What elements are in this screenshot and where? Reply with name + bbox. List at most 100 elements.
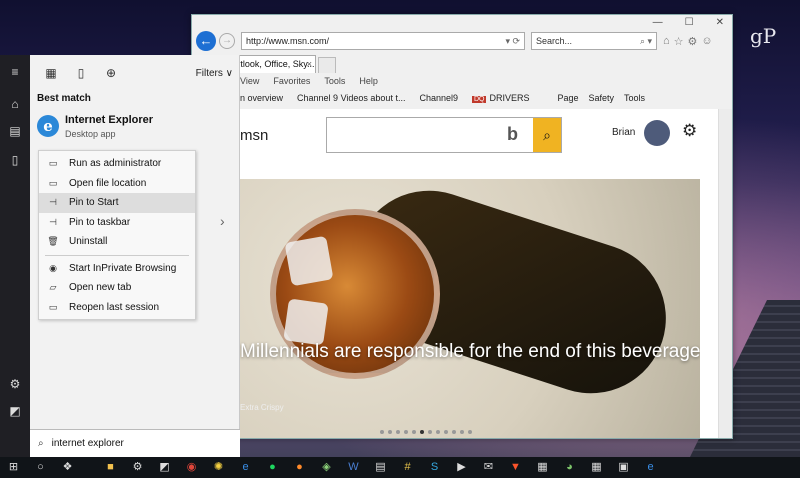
- photos-icon[interactable]: ▣: [610, 457, 637, 478]
- address-bar: ← → http://www.msn.com/ ▾ ⟳ Search... ⌕ …: [192, 29, 732, 53]
- menu-help[interactable]: Help: [359, 76, 378, 86]
- command-safety[interactable]: Safety: [589, 93, 615, 103]
- home-icon[interactable]: ⌂: [663, 35, 670, 48]
- settings-icon[interactable]: ⚙: [0, 373, 30, 395]
- favorites-star-icon[interactable]: ☆: [674, 35, 684, 48]
- bing-icon: b: [507, 124, 518, 144]
- edge-icon[interactable]: e: [232, 457, 259, 478]
- filters-dropdown[interactable]: Filters ∨: [196, 68, 233, 79]
- msn-search-box[interactable]: b ⌕: [326, 117, 562, 153]
- taskbar: ⊞ ○ ❖ ■ ⚙ ◩ ◉ ✺ e ● ● ◈ W ▤ # S ▶ ✉ ▼ ▦ …: [0, 457, 800, 478]
- search-icon[interactable]: ⌕ ▾: [640, 33, 656, 49]
- fav-item-channel9-videos[interactable]: Channel 9 Videos about t...: [297, 93, 405, 103]
- close-icon[interactable]: ✕: [716, 17, 724, 28]
- menu-view[interactable]: View: [240, 76, 259, 86]
- user-name[interactable]: Brian: [612, 127, 635, 138]
- carousel-dot[interactable]: [412, 430, 416, 434]
- carousel-dot[interactable]: [452, 430, 456, 434]
- headline[interactable]: Millennials are responsible for the end …: [240, 339, 700, 365]
- vertical-scrollbar[interactable]: [718, 109, 732, 438]
- start-search-box[interactable]: ⌕ internet explorer: [30, 429, 240, 457]
- minimize-icon[interactable]: —: [653, 17, 663, 28]
- menu-item-label: Reopen last session: [69, 301, 160, 313]
- refresh-icon[interactable]: ▾ ⟳: [505, 33, 524, 49]
- settings-icon[interactable]: ⚙: [124, 457, 151, 478]
- carousel-dot[interactable]: [444, 430, 448, 434]
- carousel-dot[interactable]: [436, 430, 440, 434]
- best-match-subtitle: Desktop app: [65, 128, 116, 139]
- fav-item-channel9[interactable]: Channel9: [419, 93, 458, 103]
- carousel-dot[interactable]: [380, 430, 384, 434]
- calendar-icon[interactable]: ▦: [529, 457, 556, 478]
- hero-image[interactable]: Millennials are responsible for the end …: [200, 179, 700, 438]
- menu-favorites[interactable]: Favorites: [273, 76, 310, 86]
- windows-start-icon[interactable]: ⊞: [0, 457, 27, 478]
- weather-icon[interactable]: ✺: [205, 457, 232, 478]
- menu-item-open-file-location[interactable]: ▭ Open file location: [39, 174, 195, 194]
- video-icon[interactable]: ▶: [448, 457, 475, 478]
- smiley-icon[interactable]: ☺: [701, 35, 712, 48]
- new-tab-button[interactable]: [318, 57, 336, 73]
- spotify-icon[interactable]: ●: [259, 457, 286, 478]
- store-icon[interactable]: ◩: [151, 457, 178, 478]
- forward-button[interactable]: →: [219, 33, 235, 49]
- chevron-right-icon[interactable]: ›: [220, 213, 225, 229]
- fav-item-drivers[interactable]: DQ DRIVERS: [471, 93, 530, 103]
- task-view-icon[interactable]: ❖: [54, 457, 81, 478]
- menu-item-uninstall[interactable]: 🗑 Uninstall: [39, 232, 195, 252]
- carousel-dot[interactable]: [404, 430, 408, 434]
- hamburger-icon[interactable]: ≡: [0, 61, 30, 83]
- documents-icon[interactable]: ▤: [0, 120, 30, 142]
- notepad-icon[interactable]: ▤: [367, 457, 394, 478]
- menu-item-reopen-last-session[interactable]: ▭ Reopen last session: [39, 298, 195, 318]
- mail-icon[interactable]: ✉: [475, 457, 502, 478]
- carousel-dot[interactable]: [388, 430, 392, 434]
- avatar[interactable]: [644, 120, 670, 146]
- carousel-dot[interactable]: [460, 430, 464, 434]
- android-icon[interactable]: ◕: [556, 457, 583, 478]
- apps-icon[interactable]: ▦: [36, 66, 66, 80]
- msn-logo[interactable]: msn: [240, 127, 268, 144]
- maximize-icon[interactable]: ☐: [685, 17, 694, 28]
- menu-item-open-new-tab[interactable]: ▱ Open new tab: [39, 278, 195, 298]
- paint-icon[interactable]: ◈: [313, 457, 340, 478]
- firefox-icon[interactable]: ●: [286, 457, 313, 478]
- command-page[interactable]: Page: [558, 93, 579, 103]
- carousel-dot[interactable]: [396, 430, 400, 434]
- carousel-dot[interactable]: [468, 430, 472, 434]
- search-field[interactable]: Search... ⌕ ▾: [531, 32, 657, 50]
- brave-icon[interactable]: ▼: [502, 457, 529, 478]
- slack-icon[interactable]: #: [394, 457, 421, 478]
- window-controls: — ☐ ✕: [653, 17, 724, 28]
- word-icon[interactable]: W: [340, 457, 367, 478]
- cortana-icon[interactable]: ○: [27, 457, 54, 478]
- command-tools[interactable]: Tools: [624, 93, 645, 103]
- menu-tools[interactable]: Tools: [324, 76, 345, 86]
- best-match-result[interactable]: e Internet Explorer Desktop app: [30, 106, 239, 146]
- chrome-icon[interactable]: ◉: [178, 457, 205, 478]
- web-globe-icon[interactable]: ⊕: [96, 66, 126, 80]
- windows-store-icon[interactable]: ◩: [0, 400, 30, 422]
- tab-close-icon[interactable]: ×: [307, 56, 312, 72]
- gear-icon[interactable]: ⚙: [688, 35, 698, 48]
- file-explorer-icon[interactable]: ■: [97, 457, 124, 478]
- menu-bar: View Favorites Tools Help: [192, 73, 732, 89]
- carousel-dot[interactable]: [428, 430, 432, 434]
- fav-item-overview[interactable]: n overview: [240, 93, 283, 103]
- device-icon[interactable]: ▯: [0, 149, 30, 171]
- url-field[interactable]: http://www.msn.com/ ▾ ⟳: [241, 32, 525, 50]
- calculator-icon[interactable]: ▦: [583, 457, 610, 478]
- menu-item-run-as-admin[interactable]: ▭ Run as administrator: [39, 154, 195, 174]
- home-icon[interactable]: ⌂: [0, 93, 30, 115]
- menu-item-inprivate[interactable]: ◉ Start InPrivate Browsing: [39, 259, 195, 279]
- documents-icon[interactable]: ▯: [66, 66, 96, 80]
- skype-icon[interactable]: S: [421, 457, 448, 478]
- gear-icon[interactable]: ⚙: [682, 121, 697, 141]
- msn-search-button[interactable]: ⌕: [533, 118, 561, 152]
- menu-item-pin-to-taskbar[interactable]: ⊣ Pin to taskbar: [39, 213, 195, 233]
- menu-item-pin-to-start[interactable]: ⊣ Pin to Start: [39, 193, 195, 213]
- inprivate-icon: ◉: [49, 262, 57, 273]
- back-button[interactable]: ←: [196, 31, 216, 51]
- carousel-dot-active[interactable]: [420, 430, 424, 434]
- internet-explorer-icon[interactable]: e: [637, 457, 664, 478]
